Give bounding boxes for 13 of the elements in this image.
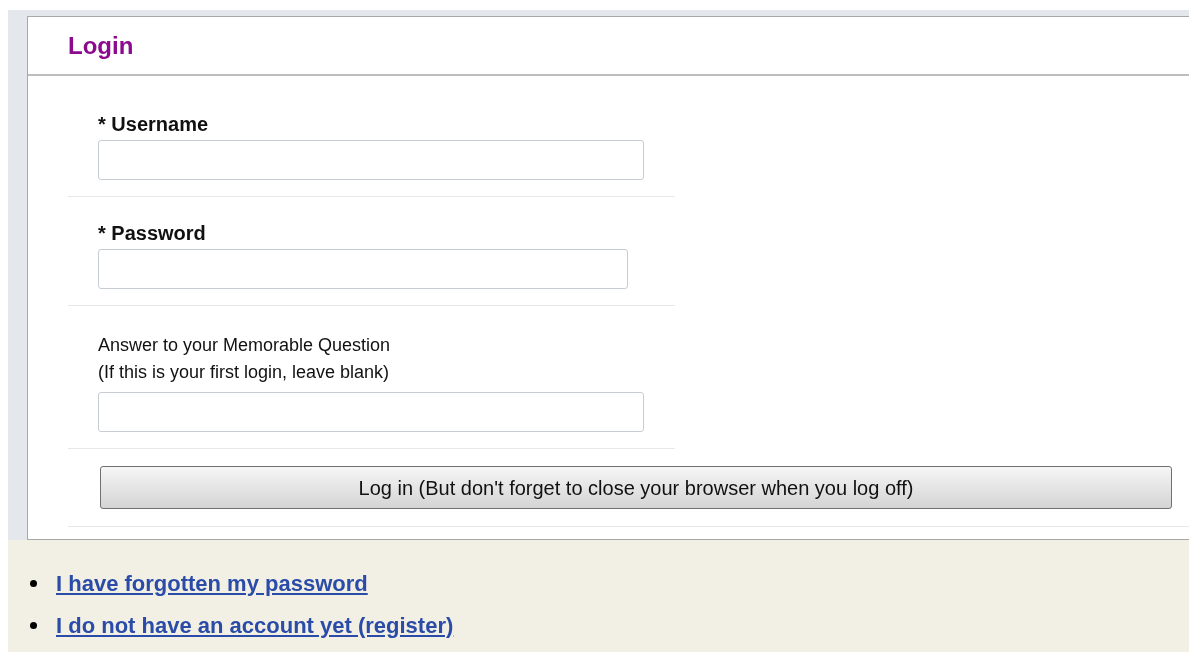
field-hint: (If this is your first login, leave blank) [98, 361, 391, 384]
panel-title: Login [68, 30, 134, 61]
field-label: * Password [98, 221, 207, 245]
bullet-icon [30, 579, 37, 587]
field-label: Answer to your Memorable Question [98, 334, 392, 357]
bullet-icon [30, 621, 37, 629]
login-button[interactable]: Log in (But don't forget to close your browser when you log off) [100, 466, 1172, 509]
link[interactable]: I have forgotten my password [56, 566, 368, 600]
field-label: * Username [98, 112, 210, 136]
link[interactable]: I do not have an account yet (register) [56, 608, 454, 642]
input-field[interactable] [98, 140, 644, 180]
input-field[interactable] [98, 249, 628, 289]
input-field[interactable] [98, 392, 644, 432]
